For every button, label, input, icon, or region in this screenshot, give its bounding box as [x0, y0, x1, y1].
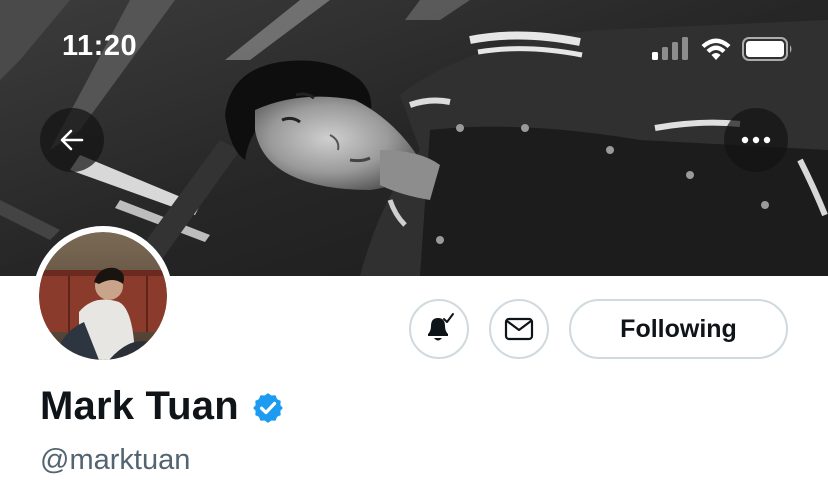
status-bar: 11:20 [0, 0, 828, 100]
profile-avatar[interactable] [33, 226, 173, 366]
cellular-signal-icon [652, 37, 688, 60]
message-button[interactable] [489, 299, 549, 359]
envelope-icon [504, 317, 534, 341]
more-options-button[interactable] [724, 108, 788, 172]
verified-badge-icon[interactable] [251, 391, 285, 425]
status-icons [652, 34, 797, 64]
back-button[interactable] [40, 108, 104, 172]
wifi-icon [701, 38, 731, 60]
more-horizontal-icon [741, 136, 771, 144]
notifications-button[interactable] [409, 299, 469, 359]
profile-screen: 11:20 Following Mark Tuan @marktuan [0, 0, 828, 500]
arrow-left-icon [60, 129, 84, 151]
battery-icon [742, 37, 792, 61]
status-time: 11:20 [62, 30, 138, 62]
bell-check-icon [428, 313, 454, 341]
display-name: Mark Tuan [40, 384, 239, 428]
user-handle: @marktuan [40, 444, 191, 476]
following-button[interactable]: Following [569, 299, 788, 359]
display-name-row: Mark Tuan [40, 384, 285, 429]
